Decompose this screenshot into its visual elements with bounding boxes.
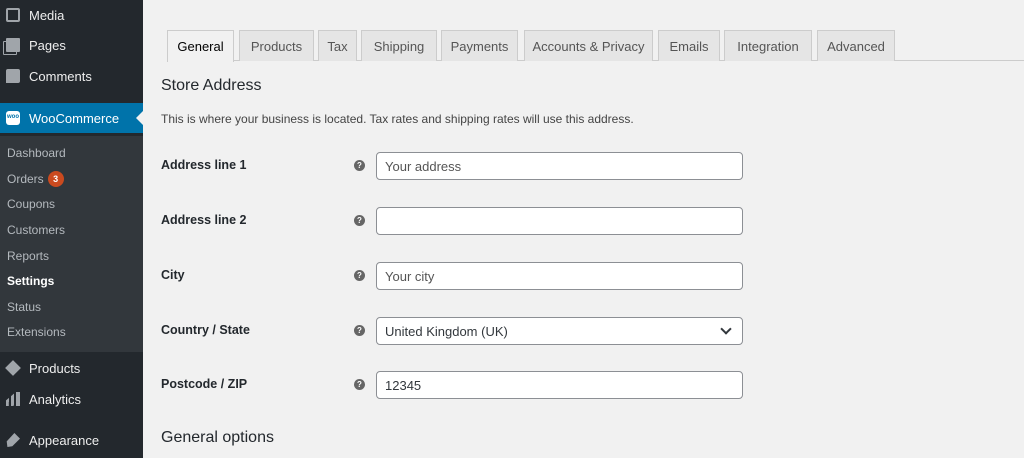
appearance-icon xyxy=(6,433,20,447)
tab-emails[interactable]: Emails xyxy=(658,30,720,61)
tab-advanced[interactable]: Advanced xyxy=(817,30,895,61)
submenu-item-label: Reports xyxy=(7,249,50,263)
woocommerce-submenu: Dashboard Orders 3 Coupons Customers Rep… xyxy=(0,136,143,352)
submenu-item-label: Dashboard xyxy=(7,146,66,160)
help-icon[interactable]: ? xyxy=(354,215,365,226)
submenu-item-label: Coupons xyxy=(7,197,56,211)
menu-item-comments[interactable]: Comments xyxy=(0,61,143,91)
tab-products[interactable]: Products xyxy=(239,30,314,61)
help-icon[interactable]: ? xyxy=(354,270,365,281)
menu-item-pages[interactable]: Pages xyxy=(0,30,143,60)
media-icon xyxy=(6,8,20,22)
submenu-item-label: Settings xyxy=(7,274,55,288)
submenu-item-coupons[interactable]: Coupons xyxy=(7,194,55,214)
general-options-heading: General options xyxy=(161,429,274,446)
submenu-item-extensions[interactable]: Extensions xyxy=(7,322,66,342)
address-line-2-label: Address line 2 xyxy=(161,213,247,227)
tab-general[interactable]: General xyxy=(167,30,234,62)
help-icon[interactable]: ? xyxy=(354,325,365,336)
submenu-item-label: Status xyxy=(7,300,42,314)
address-line-1-label: Address line 1 xyxy=(161,158,247,172)
analytics-icon xyxy=(6,392,20,406)
chevron-down-icon xyxy=(720,323,732,335)
submenu-item-customers[interactable]: Customers xyxy=(7,220,65,240)
submenu-item-settings[interactable]: Settings xyxy=(7,271,54,291)
country-state-value: United Kingdom (UK) xyxy=(385,323,508,339)
address-line-1-input[interactable] xyxy=(376,152,743,180)
products-icon xyxy=(5,360,21,376)
city-label: City xyxy=(161,268,185,282)
postcode-input[interactable] xyxy=(376,371,743,399)
settings-tabs: General Products Tax Shipping Payments A… xyxy=(167,30,1024,62)
menu-item-label: Media xyxy=(29,7,65,23)
tab-accounts-privacy[interactable]: Accounts & Privacy xyxy=(524,30,653,61)
postcode-label: Postcode / ZIP xyxy=(161,377,248,391)
woocommerce-icon xyxy=(6,111,20,125)
admin-sidebar: Media Pages Comments WooCommerce Dashboa… xyxy=(0,0,143,458)
menu-item-appearance[interactable]: Appearance xyxy=(0,425,143,455)
help-icon[interactable]: ? xyxy=(354,379,365,390)
submenu-item-label: Extensions xyxy=(7,325,66,339)
country-state-select[interactable]: United Kingdom (UK) xyxy=(376,317,743,345)
store-address-heading: Store Address xyxy=(161,77,262,94)
submenu-item-reports[interactable]: Reports xyxy=(7,246,49,266)
tab-integration[interactable]: Integration xyxy=(724,30,812,61)
menu-item-label: WooCommerce xyxy=(29,110,120,126)
submenu-item-dashboard[interactable]: Dashboard xyxy=(7,143,66,163)
submenu-item-status[interactable]: Status xyxy=(7,297,41,317)
menu-item-label: Products xyxy=(29,360,81,376)
address-line-2-input[interactable] xyxy=(376,207,743,235)
city-input[interactable] xyxy=(376,262,743,290)
store-address-description: This is where your business is located. … xyxy=(161,112,634,126)
pages-icon xyxy=(6,38,20,52)
submenu-item-label: Orders xyxy=(7,172,44,186)
menu-item-analytics[interactable]: Analytics xyxy=(0,384,143,414)
help-icon[interactable]: ? xyxy=(354,160,365,171)
submenu-item-label: Customers xyxy=(7,223,66,237)
menu-item-label: Appearance xyxy=(29,432,100,448)
menu-item-label: Analytics xyxy=(29,391,82,407)
menu-item-woocommerce[interactable]: WooCommerce xyxy=(0,103,143,133)
menu-item-media[interactable]: Media xyxy=(0,0,143,30)
orders-count-badge: 3 xyxy=(47,171,64,187)
tab-shipping[interactable]: Shipping xyxy=(361,30,437,61)
menu-item-label: Pages xyxy=(29,37,66,53)
settings-main: General Products Tax Shipping Payments A… xyxy=(143,0,1024,458)
menu-item-products[interactable]: Products xyxy=(0,353,143,383)
submenu-item-orders[interactable]: Orders 3 xyxy=(7,169,64,189)
menu-item-label: Comments xyxy=(29,68,92,84)
tab-tax[interactable]: Tax xyxy=(318,30,357,61)
comments-icon xyxy=(6,69,20,83)
country-state-label: Country / State xyxy=(161,323,250,337)
tab-payments[interactable]: Payments xyxy=(441,30,518,61)
